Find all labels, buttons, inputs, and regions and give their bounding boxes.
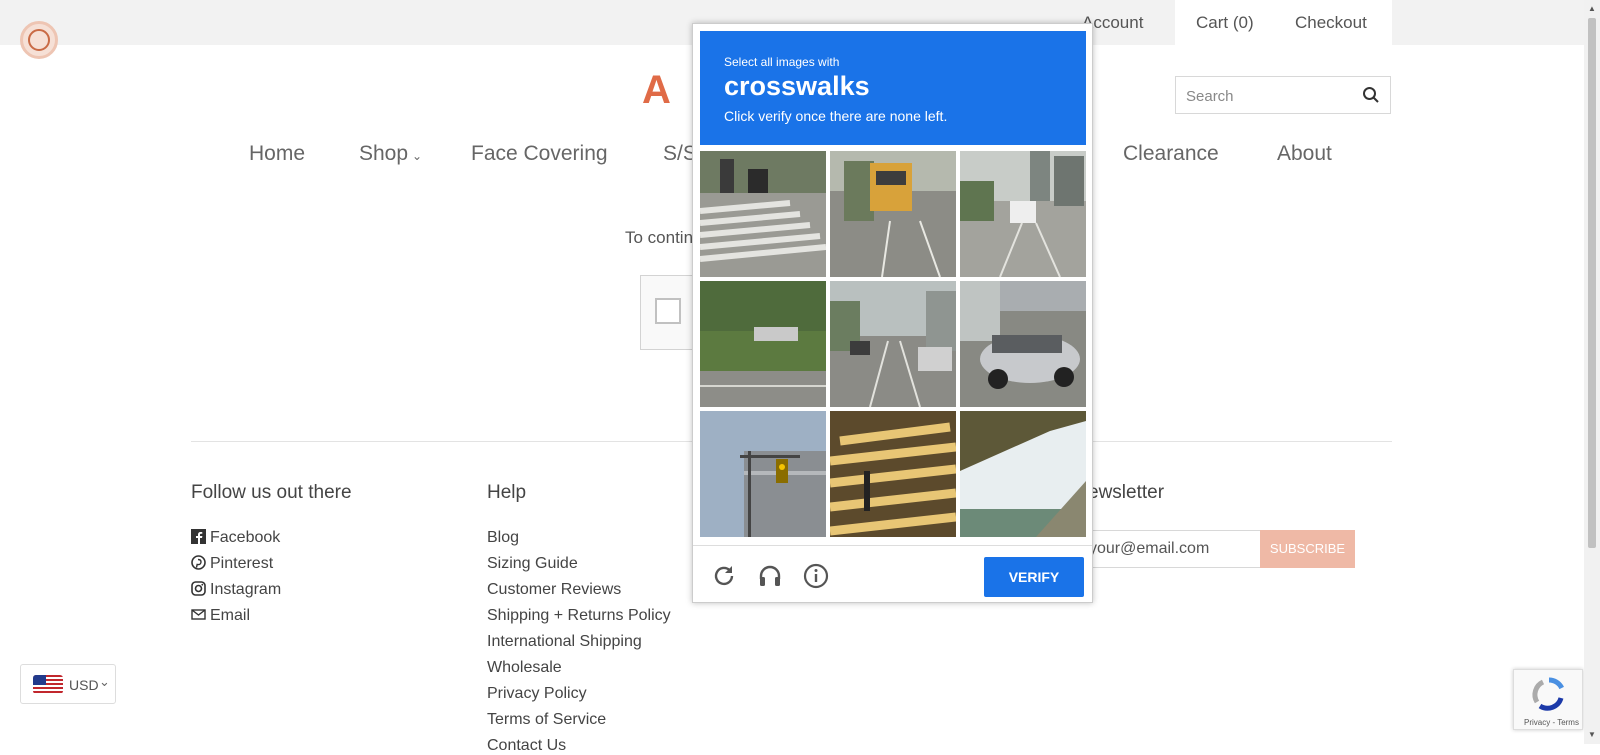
pinterest-label: Pinterest: [210, 555, 274, 572]
challenge-target: crosswalks: [724, 71, 870, 101]
facebook-icon: [191, 529, 206, 544]
challenge-tile-4[interactable]: [700, 281, 826, 407]
captcha-challenge-popup: Select all images with crosswalks Click …: [692, 23, 1093, 603]
challenge-tile-9[interactable]: [960, 411, 1086, 537]
currency-selector[interactable]: USD ⌄: [20, 664, 116, 704]
email-link[interactable]: Email: [191, 607, 250, 625]
chevron-down-icon: ⌄: [99, 674, 110, 689]
help-link-wholesale[interactable]: Wholesale: [487, 659, 562, 677]
page-scrollbar[interactable]: ▲ ▼: [1584, 0, 1600, 744]
challenge-tile-7[interactable]: [700, 411, 826, 537]
search-placeholder: Search: [1186, 88, 1234, 105]
email-icon: [191, 609, 206, 620]
instagram-icon: [191, 581, 206, 596]
help-link-international-shipping[interactable]: International Shipping: [487, 633, 642, 651]
nav-clearance[interactable]: Clearance: [1123, 142, 1219, 166]
subscribe-button[interactable]: SUBSCRIBE: [1260, 530, 1355, 568]
help-link-blog[interactable]: Blog: [487, 529, 519, 547]
nav-shop-label: Shop: [359, 142, 409, 165]
scroll-up-icon[interactable]: ▲: [1588, 4, 1596, 13]
pinterest-icon: [191, 555, 206, 570]
nav-shop[interactable]: Shop ⌄: [359, 142, 422, 166]
help-link-sizing-guide[interactable]: Sizing Guide: [487, 555, 578, 573]
continue-hint: To contin: [625, 228, 694, 247]
scroll-down-icon[interactable]: ▼: [1588, 730, 1596, 739]
help-link-privacy-policy[interactable]: Privacy Policy: [487, 685, 587, 703]
currency-code: USD: [69, 677, 99, 693]
challenge-tile-8[interactable]: [830, 411, 956, 537]
help-link-contact-us[interactable]: Contact Us: [487, 737, 566, 755]
challenge-image-grid: [700, 151, 1086, 537]
captcha-checkbox[interactable]: [655, 298, 681, 324]
newsletter-heading: ewsletter: [1088, 482, 1165, 503]
facebook-link[interactable]: Facebook: [191, 529, 280, 547]
recaptcha-terms-text[interactable]: Privacy - Terms: [1524, 718, 1579, 727]
challenge-tile-2[interactable]: [830, 151, 956, 277]
captcha-widget: [640, 275, 700, 350]
help-link-terms-of-service[interactable]: Terms of Service: [487, 711, 606, 729]
help-link-shipping-returns[interactable]: Shipping + Returns Policy: [487, 607, 671, 625]
challenge-footer: VERIFY: [693, 545, 1092, 603]
reload-icon[interactable]: [711, 563, 737, 589]
follow-heading: Follow us out there: [191, 482, 352, 503]
cart-link[interactable]: Cart (0): [1196, 13, 1254, 33]
newsletter-email-value: your@email.com: [1089, 540, 1210, 557]
newsletter-email-input[interactable]: your@email.com: [1088, 530, 1260, 568]
info-icon[interactable]: [803, 563, 829, 589]
search-icon[interactable]: [1362, 86, 1380, 104]
challenge-banner: Select all images with crosswalks Click …: [700, 31, 1086, 145]
nav-about[interactable]: About: [1277, 142, 1332, 166]
help-link-customer-reviews[interactable]: Customer Reviews: [487, 581, 621, 599]
challenge-tile-3[interactable]: [960, 151, 1086, 277]
pinterest-link[interactable]: Pinterest: [191, 555, 273, 573]
recaptcha-badge[interactable]: Privacy - Terms: [1513, 669, 1583, 730]
challenge-tile-6[interactable]: [960, 281, 1086, 407]
challenge-subinstruction: Click verify once there are none left.: [724, 108, 948, 124]
instagram-link[interactable]: Instagram: [191, 581, 281, 599]
challenge-instruction: Select all images with: [724, 55, 840, 69]
challenge-tile-5[interactable]: [830, 281, 956, 407]
email-label: Email: [210, 607, 251, 624]
verify-button[interactable]: VERIFY: [984, 557, 1084, 597]
instagram-label: Instagram: [210, 581, 282, 598]
accessibility-icon[interactable]: [20, 21, 58, 59]
search-input[interactable]: Search: [1175, 76, 1391, 114]
recaptcha-logo-icon: [1532, 677, 1564, 711]
help-heading: Help: [487, 482, 527, 503]
challenge-tile-1[interactable]: [700, 151, 826, 277]
nav-home[interactable]: Home: [249, 142, 305, 166]
us-flag-icon: [33, 675, 63, 694]
facebook-label: Facebook: [210, 529, 281, 546]
scrollbar-thumb[interactable]: [1588, 18, 1596, 548]
chevron-down-icon: ⌄: [412, 149, 423, 163]
checkout-link[interactable]: Checkout: [1295, 13, 1367, 33]
audio-icon[interactable]: [757, 563, 783, 589]
nav-face-covering[interactable]: Face Covering: [471, 142, 608, 166]
